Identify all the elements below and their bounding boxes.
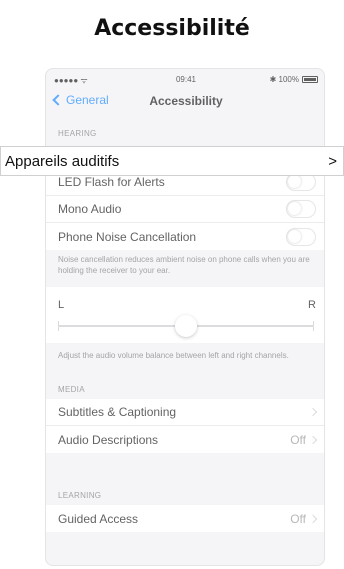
nav-bar: General Accessibility	[46, 89, 324, 115]
slider-tick-right	[313, 321, 314, 331]
list-item-guided-access[interactable]: Guided Access Off	[46, 505, 324, 532]
battery-percent: ✱ 100%	[269, 75, 299, 84]
slider-tick-left	[58, 321, 59, 331]
row-label: Mono Audio	[58, 202, 122, 216]
list-item-mono-audio[interactable]: Mono Audio	[46, 196, 324, 223]
balance-slider-group: L R	[46, 287, 324, 343]
row-label: Audio Descriptions	[58, 432, 159, 447]
slider-left-label: L	[58, 299, 65, 311]
section-header-hearing: HEARING	[58, 129, 97, 138]
media-group: Subtitles & Captioning Audio Description…	[46, 399, 324, 453]
noise-cancellation-toggle[interactable]	[286, 227, 316, 246]
section-header-media: MEDIA	[58, 385, 85, 394]
hearing-devices-row[interactable]: Appareils auditifs >	[0, 146, 344, 176]
status-bar: ●●●●● ᯤ 09:41 ✱ 100%	[46, 69, 324, 89]
row-label: LED Flash for Alerts	[58, 175, 165, 189]
list-item-audio-descriptions[interactable]: Audio Descriptions Off	[46, 426, 324, 453]
row-value: Off	[290, 432, 306, 447]
hearing-group: LED Flash for Alerts Mono Audio Phone No…	[46, 169, 324, 250]
noise-cancellation-note: Noise cancellation reduces ambient noise…	[58, 255, 310, 275]
row-value: Off	[290, 511, 306, 526]
battery-icon	[302, 76, 318, 83]
mono-audio-toggle[interactable]	[286, 200, 316, 218]
row-label: Guided Access	[58, 511, 139, 526]
row-label: Subtitles & Captioning	[58, 405, 177, 419]
chevron-right-icon	[308, 435, 318, 444]
balance-slider-thumb[interactable]	[175, 315, 197, 337]
learning-group: Guided Access Off	[46, 505, 324, 532]
list-item-subtitles[interactable]: Subtitles & Captioning	[46, 399, 324, 426]
page-title: Accessibilité	[94, 16, 250, 41]
slider-right-label: R	[308, 299, 316, 311]
phone-screenshot: ●●●●● ᯤ 09:41 ✱ 100% General Accessibili…	[45, 68, 325, 566]
list-item-noise-cancellation[interactable]: Phone Noise Cancellation	[46, 223, 324, 250]
section-header-learning: LEARNING	[58, 491, 102, 500]
chevron-right-icon: >	[328, 152, 337, 170]
row-label: Phone Noise Cancellation	[58, 229, 197, 244]
battery-indicator: ✱ 100%	[270, 75, 318, 84]
nav-title: Accessibility	[149, 94, 223, 108]
balance-note: Adjust the audio volume balance between …	[58, 351, 289, 360]
hearing-devices-label: Appareils auditifs	[5, 152, 120, 170]
chevron-right-icon	[308, 514, 318, 523]
chevron-right-icon	[308, 407, 318, 417]
